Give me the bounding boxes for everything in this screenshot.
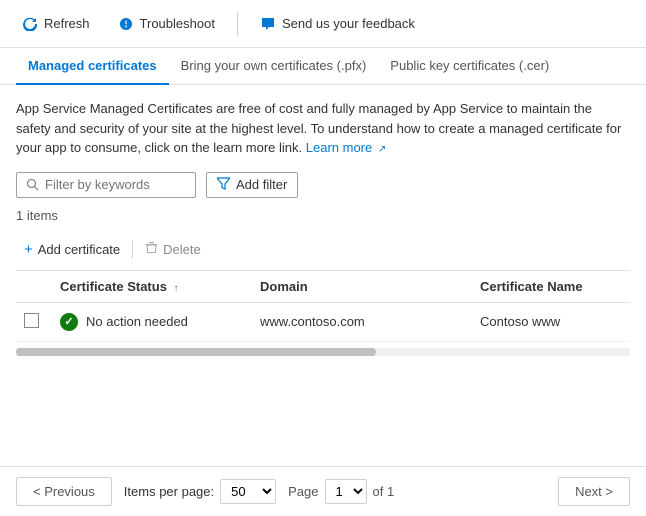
next-button[interactable]: Next > — [558, 477, 630, 506]
filter-row: Add filter — [16, 172, 630, 198]
toolbar: Refresh Troubleshoot Send us your feedba… — [0, 0, 646, 48]
external-link-icon: ↗ — [378, 144, 386, 155]
tab-cer[interactable]: Public key certificates (.cer) — [378, 48, 561, 85]
items-per-page: Items per page: 50 25 100 — [124, 479, 276, 504]
tab-managed[interactable]: Managed certificates — [16, 48, 169, 85]
refresh-icon — [22, 16, 38, 32]
page-info: Page 1 of 1 — [288, 479, 394, 504]
feedback-label: Send us your feedback — [282, 16, 415, 31]
row-checkbox[interactable] — [24, 313, 39, 328]
description-text: App Service Managed Certificates are fre… — [16, 99, 630, 158]
sort-icon: ↑ — [174, 283, 179, 294]
row-status-cell: No action needed — [52, 302, 252, 341]
row-domain-cell: www.contoso.com — [252, 302, 472, 341]
refresh-button[interactable]: Refresh — [16, 12, 96, 36]
search-icon — [25, 177, 39, 193]
troubleshoot-label: Troubleshoot — [140, 16, 215, 31]
table-header: Certificate Status ↑ Domain Certificate … — [16, 271, 630, 303]
pagination-left: < Previous Items per page: 50 25 100 Pag… — [16, 477, 394, 506]
pagination: < Previous Items per page: 50 25 100 Pag… — [0, 466, 646, 516]
items-per-page-select[interactable]: 50 25 100 — [220, 479, 276, 504]
add-filter-button[interactable]: Add filter — [206, 172, 298, 198]
status-text: No action needed — [86, 314, 188, 329]
main-content: App Service Managed Certificates are fre… — [0, 85, 646, 370]
horizontal-scrollbar[interactable] — [16, 348, 630, 356]
row-cert-name-cell: Contoso www — [472, 302, 630, 341]
action-bar: + Add certificate Delete — [16, 233, 630, 271]
col-header-status[interactable]: Certificate Status ↑ — [52, 271, 252, 303]
action-divider — [132, 240, 133, 258]
add-certificate-button[interactable]: + Add certificate — [16, 237, 128, 262]
feedback-icon — [260, 16, 276, 32]
status-cell: No action needed — [60, 313, 244, 331]
table-row: No action needed www.contoso.com Contoso… — [16, 302, 630, 341]
tabs-container: Managed certificates Bring your own cert… — [0, 48, 646, 85]
troubleshoot-icon — [118, 16, 134, 32]
items-count: 1 items — [16, 208, 630, 223]
filter-icon — [217, 177, 230, 193]
tab-pfx[interactable]: Bring your own certificates (.pfx) — [169, 48, 379, 85]
filter-input-wrap[interactable] — [16, 172, 196, 198]
previous-button[interactable]: < Previous — [16, 477, 112, 506]
toolbar-divider — [237, 12, 238, 36]
row-checkbox-cell — [16, 302, 52, 341]
filter-input[interactable] — [45, 177, 187, 192]
certificates-table: Certificate Status ↑ Domain Certificate … — [16, 271, 630, 342]
delete-button[interactable]: Delete — [137, 237, 209, 261]
col-header-domain: Domain — [252, 271, 472, 303]
refresh-label: Refresh — [44, 16, 90, 31]
learn-more-link[interactable]: Learn more ↗ — [306, 140, 387, 155]
plus-icon: + — [24, 241, 33, 258]
troubleshoot-button[interactable]: Troubleshoot — [112, 12, 221, 36]
page-select[interactable]: 1 — [325, 479, 367, 504]
scrollbar-thumb[interactable] — [16, 348, 376, 356]
delete-icon — [145, 241, 158, 257]
status-icon-success — [60, 313, 78, 331]
feedback-button[interactable]: Send us your feedback — [254, 12, 421, 36]
pagination-right: Next > — [558, 477, 630, 506]
col-header-checkbox — [16, 271, 52, 303]
col-header-cert-name: Certificate Name — [472, 271, 630, 303]
